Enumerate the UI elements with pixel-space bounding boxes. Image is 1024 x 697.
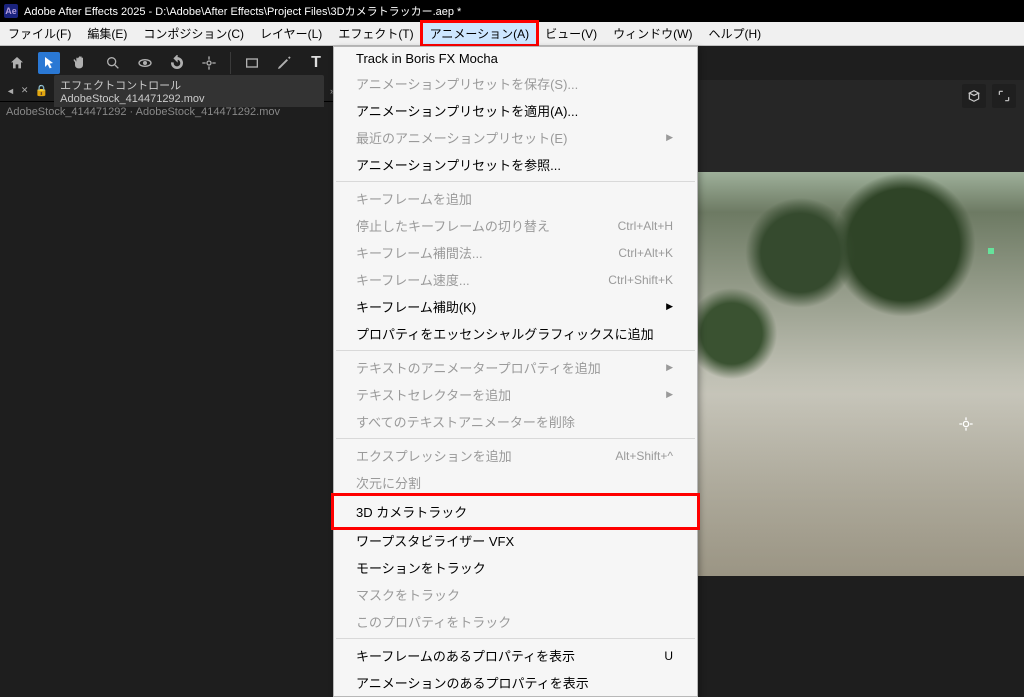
menu-item: マスクをトラック <box>334 581 697 608</box>
track-target-icon[interactable] <box>958 416 974 432</box>
menu-item-label: すべてのテキストアニメーターを削除 <box>356 412 575 431</box>
anchor-tool-icon[interactable] <box>198 52 220 74</box>
panel-close-icon[interactable]: ✕ <box>21 85 29 96</box>
expand-icon[interactable] <box>992 84 1016 108</box>
menu-effect[interactable]: エフェクト(T) <box>330 22 421 45</box>
hand-tool-icon[interactable] <box>70 52 92 74</box>
menu-comp[interactable]: コンポジション(C) <box>135 22 252 45</box>
menu-item: 次元に分割 <box>334 469 697 496</box>
orbit-tool-icon[interactable] <box>134 52 156 74</box>
menu-item[interactable]: アニメーションプリセットを適用(A)... <box>334 97 697 124</box>
menu-help[interactable]: ヘルプ(H) <box>701 22 770 45</box>
menu-item-label: 停止したキーフレームの切り替え <box>356 216 550 235</box>
menu-item[interactable]: アニメーションプリセットを参照... <box>334 151 697 178</box>
viewer-top-buttons <box>962 84 1016 108</box>
rotate-tool-icon[interactable] <box>166 52 188 74</box>
tool-separator <box>230 52 231 74</box>
menu-item: エクスプレッションを追加 Alt+Shift+^ <box>334 442 697 469</box>
rect-tool-icon[interactable] <box>241 52 263 74</box>
menu-item-label: キーフレーム補助(K) <box>356 297 476 316</box>
menu-item-shortcut: Alt+Shift+^ <box>615 449 673 463</box>
animation-menu-dropdown: Track in Boris FX Mocha アニメーションプリセットを保存(S… <box>333 46 698 697</box>
menu-item: テキストセレクターを追加 ▶ <box>334 381 697 408</box>
menu-item: すべてのテキストアニメーターを削除 <box>334 408 697 435</box>
track-point-marker <box>988 248 994 254</box>
menu-item-label: テキストセレクターを追加 <box>356 385 511 404</box>
menu-separator <box>336 350 695 351</box>
submenu-arrow-icon: ▶ <box>666 362 673 373</box>
panel-tab-strip: ◄ ✕ 🔒 エフェクトコントロール AdobeStock_414471292.m… <box>0 80 335 102</box>
selection-tool-icon[interactable] <box>38 52 60 74</box>
menu-separator <box>336 181 695 182</box>
menu-edit[interactable]: 編集(E) <box>79 22 135 45</box>
menu-item: アニメーションプリセットを保存(S)... <box>334 70 697 97</box>
menu-item: 停止したキーフレームの切り替え Ctrl+Alt+H <box>334 212 697 239</box>
home-icon[interactable] <box>6 52 28 74</box>
left-panel: ◄ ✕ 🔒 エフェクトコントロール AdobeStock_414471292.m… <box>0 80 335 576</box>
menu-item-label: 3D カメラトラック <box>356 502 467 521</box>
menu-item-label: テキストのアニメータープロパティを追加 <box>356 358 601 377</box>
menu-item: キーフレームを追加 <box>334 185 697 212</box>
draft3d-icon[interactable] <box>962 84 986 108</box>
window-title-bar: Ae Adobe After Effects 2025 - D:\Adobe\A… <box>0 0 1024 22</box>
menu-item-label: キーフレームのあるプロパティを表示 <box>356 646 575 665</box>
menu-item-shortcut: Ctrl+Alt+K <box>618 246 673 260</box>
submenu-arrow-icon: ▶ <box>666 132 673 143</box>
menu-view[interactable]: ビュー(V) <box>537 22 605 45</box>
menu-item: キーフレーム補間法... Ctrl+Alt+K <box>334 239 697 266</box>
pen-tool-icon[interactable] <box>273 52 295 74</box>
menu-item-label: キーフレーム補間法... <box>356 243 483 262</box>
menu-separator <box>336 638 695 639</box>
menu-bar: ファイル(F) 編集(E) コンポジション(C) レイヤー(L) エフェクト(T… <box>0 22 1024 46</box>
menu-item[interactable]: ワープスタビライザー VFX <box>334 527 697 554</box>
menu-item-label: エクスプレッションを追加 <box>356 446 512 465</box>
panel-prev-icon[interactable]: ◄ <box>6 86 15 96</box>
menu-item-label: アニメーションプリセットを保存(S)... <box>356 74 578 93</box>
window-title: Adobe After Effects 2025 - D:\Adobe\Afte… <box>24 3 461 19</box>
menu-item[interactable]: アニメーションのあるプロパティを表示 <box>334 669 697 696</box>
submenu-arrow-icon: ▶ <box>666 301 673 312</box>
menu-item-label: モーションをトラック <box>356 558 486 577</box>
text-tool-icon[interactable]: T <box>305 52 327 74</box>
menu-item-label: Track in Boris FX Mocha <box>356 51 498 66</box>
menu-item-label: キーフレームを追加 <box>356 189 472 208</box>
lock-icon[interactable]: 🔒 <box>34 84 48 97</box>
menu-animation[interactable]: アニメーション(A) <box>422 22 538 45</box>
menu-item: テキストのアニメータープロパティを追加 ▶ <box>334 354 697 381</box>
menu-item-label: マスクをトラック <box>356 585 460 604</box>
menu-item-label: アニメーションプリセットを適用(A)... <box>356 101 578 120</box>
menu-item: キーフレーム速度... Ctrl+Shift+K <box>334 266 697 293</box>
app-icon: Ae <box>4 4 18 18</box>
menu-item[interactable]: Track in Boris FX Mocha <box>334 47 697 70</box>
menu-item-label: 次元に分割 <box>356 473 421 492</box>
menu-item[interactable]: プロパティをエッセンシャルグラフィックスに追加 <box>334 320 697 347</box>
menu-item-shortcut: U <box>664 649 673 663</box>
menu-item-label: このプロパティをトラック <box>356 612 511 631</box>
panel-breadcrumb: AdobeStock_414471292 · AdobeStock_414471… <box>0 102 335 122</box>
menu-item-label: プロパティをエッセンシャルグラフィックスに追加 <box>356 324 654 343</box>
submenu-arrow-icon: ▶ <box>666 389 673 400</box>
menu-item: このプロパティをトラック <box>334 608 697 635</box>
menu-item-label: 最近のアニメーションプリセット(E) <box>356 128 567 147</box>
menu-item[interactable]: キーフレームのあるプロパティを表示 U <box>334 642 697 669</box>
menu-item-shortcut: Ctrl+Shift+K <box>608 273 673 287</box>
menu-item[interactable]: キーフレーム補助(K) ▶ <box>334 293 697 320</box>
menu-item-label: アニメーションのあるプロパティを表示 <box>356 673 589 692</box>
menu-window[interactable]: ウィンドウ(W) <box>605 22 700 45</box>
menu-layer[interactable]: レイヤー(L) <box>252 22 330 45</box>
menu-item-label: キーフレーム速度... <box>356 270 470 289</box>
menu-item[interactable]: 3D カメラトラック <box>334 496 697 527</box>
preview-image[interactable] <box>680 172 1024 576</box>
menu-item-shortcut: Ctrl+Alt+H <box>618 219 673 233</box>
menu-item-label: ワープスタビライザー VFX <box>356 531 514 550</box>
menu-item[interactable]: モーションをトラック <box>334 554 697 581</box>
zoom-tool-icon[interactable] <box>102 52 124 74</box>
menu-item: 最近のアニメーションプリセット(E) ▶ <box>334 124 697 151</box>
menu-separator <box>336 438 695 439</box>
menu-item-label: アニメーションプリセットを参照... <box>356 155 561 174</box>
menu-file[interactable]: ファイル(F) <box>0 22 79 45</box>
